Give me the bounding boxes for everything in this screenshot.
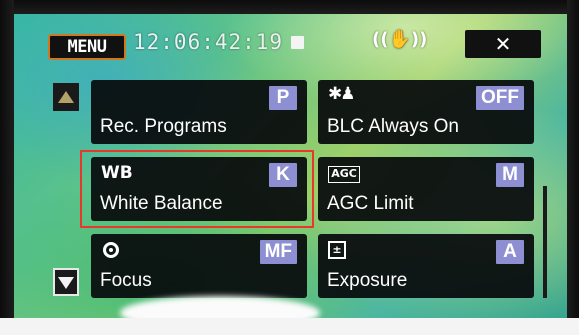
white-balance-badge: K (269, 163, 297, 187)
bezel-bottom (0, 318, 579, 335)
tile-blc[interactable]: ✱♟ OFF BLC Always On (318, 80, 534, 144)
tile-exposure[interactable]: ± A Exposure (318, 234, 534, 298)
tile-rec-programs[interactable]: P Rec. Programs (91, 80, 307, 144)
agc-badge: M (496, 163, 524, 187)
camera-lcd-screen: MENU 12:06:42:19 ((✋)) ✕ P Rec. Programs… (0, 0, 579, 335)
arrow-down-icon (58, 277, 74, 289)
exposure-badge: A (496, 240, 524, 264)
scroll-down-button[interactable] (53, 268, 79, 296)
tile-focus[interactable]: MF Focus (91, 234, 307, 298)
close-icon: ✕ (494, 32, 512, 56)
rec-programs-badge: P (269, 86, 297, 110)
bezel-top (0, 0, 579, 14)
backlight-icon: ✱♟ (328, 84, 356, 104)
timecode-display: 12:06:42:19 (133, 30, 284, 54)
exposure-label: Exposure (327, 270, 408, 291)
scrollbar[interactable] (543, 186, 547, 298)
blc-badge: OFF (476, 86, 524, 110)
menu-button[interactable]: MENU (48, 34, 126, 60)
focus-badge: MF (259, 240, 297, 264)
rec-programs-label: Rec. Programs (100, 116, 227, 137)
bezel-left (0, 0, 14, 320)
arrow-up-icon (58, 91, 74, 103)
white-balance-label: White Balance (100, 193, 223, 214)
white-balance-icon: WB (101, 163, 133, 183)
stop-square-icon (291, 36, 304, 49)
focus-icon (103, 242, 119, 258)
focus-label: Focus (100, 270, 152, 291)
blc-label: BLC Always On (327, 116, 459, 137)
bezel-right (567, 0, 579, 320)
agc-icon: AGC (328, 166, 360, 183)
scroll-up-button[interactable] (53, 83, 79, 111)
tile-white-balance[interactable]: WB K White Balance (91, 157, 307, 221)
exposure-icon: ± (328, 241, 346, 259)
image-stabilizer-icon: ((✋)) (372, 29, 428, 50)
close-button[interactable]: ✕ (465, 30, 541, 58)
agc-label: AGC Limit (327, 193, 414, 214)
tile-agc-limit[interactable]: AGC M AGC Limit (318, 157, 534, 221)
